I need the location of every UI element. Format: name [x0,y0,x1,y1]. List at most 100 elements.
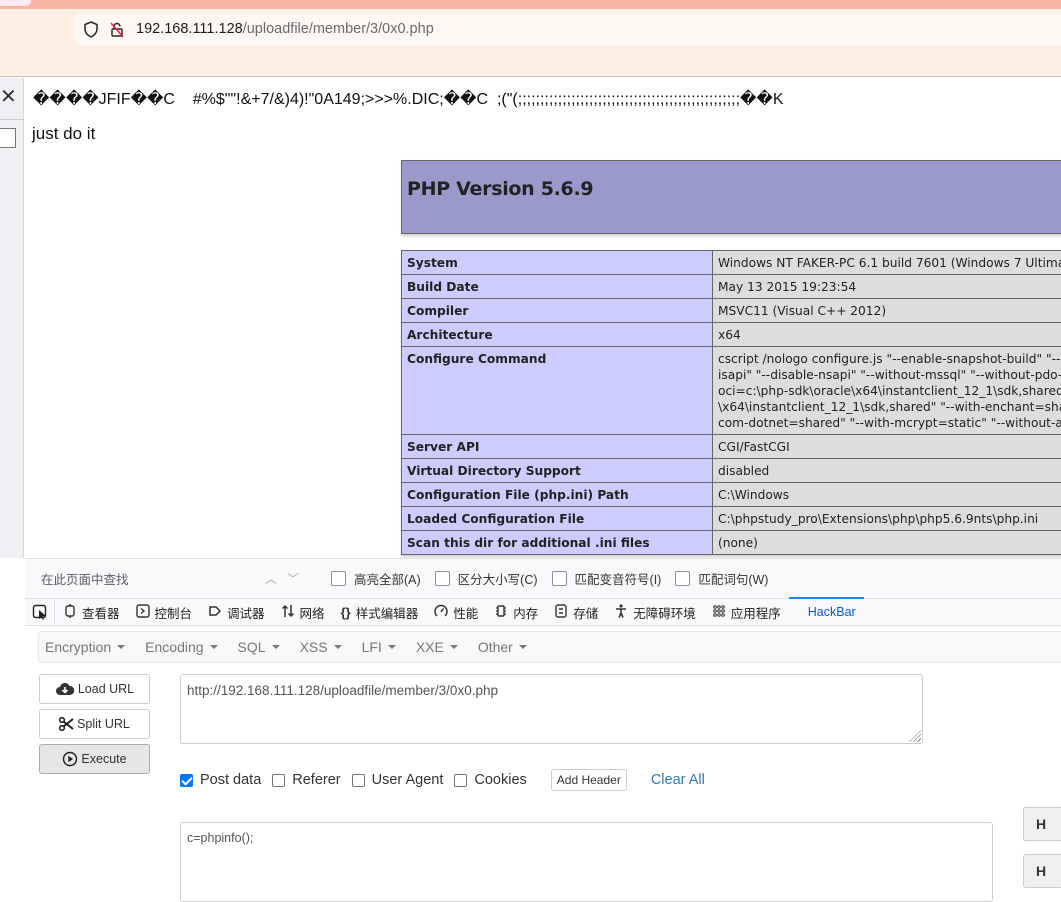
style-editor-icon: {} [341,605,351,620]
find-option[interactable]: 高亮全部(A) [331,569,421,588]
find-input[interactable]: 在此页面中查找 [33,566,263,592]
phpinfo-row: Scan this dir for additional .ini files(… [402,531,1061,555]
devtools-tab-label: 内存 [513,603,538,622]
play-circle-icon [62,751,78,767]
devtools-tab[interactable]: 无障碍环境 [606,598,704,626]
devtools-tab[interactable]: 查看器 [55,598,128,626]
url-textarea[interactable]: http://192.168.111.128/uploadfile/member… [180,674,923,744]
add-header-button[interactable]: Add Header [551,769,627,791]
find-previous-icon[interactable]: ︿ [265,572,287,586]
devtools-tab-label: 网络 [300,603,325,622]
phpinfo-row: Architecturex64 [402,323,1061,347]
devtools-tab-label: 控制台 [155,603,193,622]
hackbar-menu[interactable]: XXE [416,639,458,655]
checkbox[interactable] [552,571,567,586]
phpinfo-value: x64 [713,323,1061,347]
request-option[interactable]: Cookies [454,772,526,788]
execute-button[interactable]: Execute [39,744,150,774]
hackbar-menu-label: Other [478,639,513,655]
clear-all-link[interactable]: Clear All [651,772,705,788]
devtools-tab-label: 应用程序 [731,603,781,622]
storage-icon [554,604,568,621]
binary-garbage-text: ����JFIF��C #%$""!&+7/&)4)!"0A149;>>>%.D… [33,89,784,109]
devtools-tab[interactable]: 内存 [486,598,546,626]
hackbar-icon [797,605,803,620]
find-option-label: 匹配变音符号(I) [575,569,662,588]
phpinfo-row: Virtual Directory Supportdisabled [402,459,1061,483]
request-option-label: Cookies [474,772,526,788]
checkbox[interactable] [272,774,285,787]
hackbar-menu[interactable]: Encoding [145,639,217,655]
phpinfo-key: Configuration File (php.ini) Path [402,483,713,507]
post-data-textarea[interactable]: c=phpinfo(); [180,822,993,902]
checkbox[interactable] [331,571,346,586]
find-nav: ︿﹀ [265,570,331,587]
request-option[interactable]: User Agent [352,772,444,788]
phpinfo-key: Compiler [402,299,713,323]
phpinfo-value-line: \x64\instantclient_12_1\sdk,shared" "--w… [718,399,1061,415]
accessibility-icon [614,604,628,621]
devtools-tab[interactable]: HackBar [789,598,864,626]
devtools-tab-label: 性能 [453,603,478,622]
phpinfo-value: cscript /nologo configure.js "--enable-s… [713,347,1061,435]
hackbar-menu[interactable]: Encryption [45,639,125,655]
request-option[interactable]: Referer [272,772,340,788]
phpinfo-value: disabled [713,459,1061,483]
element-picker-icon[interactable] [25,598,55,626]
hackbar-menu[interactable]: Other [478,639,527,655]
hackbar-menu[interactable]: XSS [300,639,342,655]
request-option-label: User Agent [372,772,444,788]
php-version-title: PHP Version 5.6.9 [407,178,1061,200]
checkbox[interactable] [675,571,690,586]
devtools-tab[interactable]: 存储 [546,598,606,626]
devtools-tab[interactable]: {} 样式编辑器 [333,598,427,626]
phpinfo-value-line: oci=c:\php-sdk\oracle\x64\instantclient_… [718,383,1061,399]
checkbox[interactable] [180,774,193,787]
checkbox[interactable] [0,128,16,148]
caret-down-icon [272,645,280,649]
devtools-tab[interactable]: 性能 [426,598,486,626]
find-next-icon[interactable]: ﹀ [287,572,309,586]
address-bar[interactable]: 192.168.111.128/uploadfile/member/3/0x0.… [74,13,1061,45]
phpinfo-key: System [402,251,713,275]
divider [0,119,24,120]
hackbar-menu-label: XXE [416,639,444,655]
find-option[interactable]: 区分大小写(C) [435,569,538,588]
devtools-tab[interactable]: 网络 [273,598,333,626]
inspector-icon [63,604,77,621]
header-button[interactable]: H [1023,854,1061,888]
phpinfo: PHP Version 5.6.9 SystemWindows NT FAKER… [401,160,1061,555]
split-url-button[interactable]: Split URL [39,709,150,739]
browser-tab[interactable] [0,0,31,6]
devtools-tab-label: 样式编辑器 [356,603,419,622]
url-text[interactable]: 192.168.111.128/uploadfile/member/3/0x0.… [136,21,434,37]
checkbox[interactable] [435,571,450,586]
header-button[interactable]: H [1023,807,1061,841]
hackbar-menu[interactable]: SQL [238,639,280,655]
devtools-tab[interactable]: 应用程序 [704,598,789,626]
find-option[interactable]: 匹配变音符号(I) [552,569,662,588]
checkbox[interactable] [454,774,467,787]
hackbar-menu-label: Encryption [45,639,111,655]
network-icon [281,604,295,621]
insecure-lock-icon[interactable] [108,20,126,38]
console-icon [136,604,150,621]
close-icon[interactable]: ✕ [0,86,16,108]
shield-icon[interactable] [82,20,100,38]
phpinfo-value: C:\phpstudy_pro\Extensions\php\php5.6.9n… [713,507,1061,531]
load-url-button[interactable]: Load URL [39,674,150,704]
left-panel: ✕ [0,78,24,558]
checkbox[interactable] [352,774,365,787]
resize-grip-icon[interactable] [909,730,921,742]
devtools-tab[interactable]: 控制台 [128,598,201,626]
hackbar-menu[interactable]: LFI [362,639,396,655]
find-option[interactable]: 匹配词句(W) [675,569,768,588]
hackbar-panel: Encryption Encoding SQL XSS LFI XXE Other Load… [25,627,1061,889]
phpinfo-row: CompilerMSVC11 (Visual C++ 2012) [402,299,1061,323]
devtools-tab-label: 查看器 [82,603,120,622]
request-option[interactable]: Post data [180,772,261,788]
devtools-tab[interactable]: 调试器 [200,598,273,626]
caret-down-icon [334,645,342,649]
find-option-label: 匹配词句(W) [698,569,768,588]
hackbar-menubar: Encryption Encoding SQL XSS LFI XXE Other [38,631,1061,663]
